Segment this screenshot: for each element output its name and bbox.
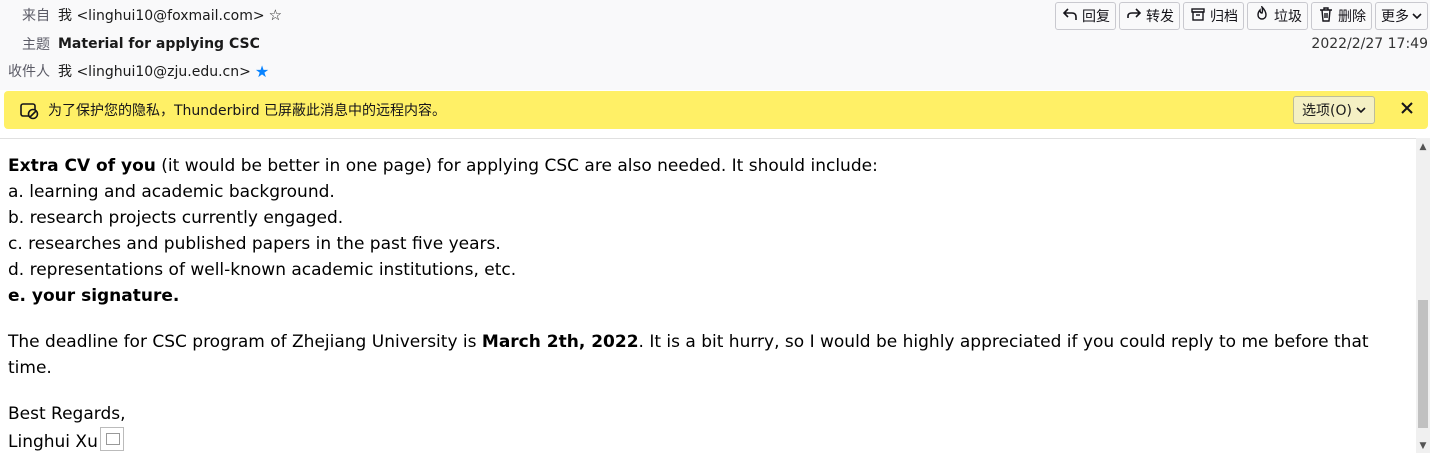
body-bold-signature: e. your signature.	[8, 286, 180, 306]
reply-button[interactable]: 回复	[1055, 2, 1116, 30]
junk-button[interactable]: 垃圾	[1247, 2, 1308, 30]
message-content: Extra CV of you (it would be better in o…	[8, 153, 1408, 453]
scroll-down-icon[interactable]: ▼	[1416, 441, 1430, 451]
list-item: c. researches and published papers in th…	[8, 234, 501, 254]
from-row: 来自 我 <linghui10@foxmail.com> ☆	[0, 4, 282, 26]
list-item: a. learning and academic background.	[8, 182, 335, 202]
more-button[interactable]: 更多	[1375, 2, 1428, 30]
message-body: Extra CV of you (it would be better in o…	[0, 138, 1416, 453]
message-toolbar: 回复 转发 归档 垃圾 删除 更多	[1055, 2, 1428, 30]
reply-icon	[1061, 6, 1079, 26]
archive-label: 归档	[1210, 9, 1238, 25]
from-label: 来自	[22, 8, 50, 24]
chevron-down-icon	[1356, 102, 1366, 118]
chevron-down-icon	[1412, 10, 1422, 23]
body-intro-rest: (it would be better in one page) for app…	[155, 156, 878, 176]
archive-icon	[1189, 6, 1207, 26]
trash-icon	[1317, 6, 1335, 26]
to-address[interactable]: 我 <linghui10@zju.edu.cn>	[58, 61, 251, 81]
vertical-scrollbar[interactable]: ▲ ▼	[1416, 138, 1430, 453]
forward-label: 转发	[1146, 9, 1174, 25]
list-item: b. research projects currently engaged.	[8, 208, 344, 228]
to-label: 收件人	[8, 64, 50, 80]
close-icon[interactable]	[1400, 99, 1414, 120]
deadline-date: March 2th, 2022	[481, 332, 639, 352]
forward-icon	[1125, 6, 1143, 26]
body-line-intro: Extra CV of you (it would be better in o…	[8, 153, 1408, 179]
delete-button[interactable]: 删除	[1311, 2, 1372, 30]
subject-row: 主题 Material for applying CSC	[0, 33, 260, 55]
body-bold-cv: Extra CV of you	[8, 156, 156, 176]
scroll-up-icon[interactable]: ▲	[1416, 142, 1430, 152]
message-date: 2022/2/27 17:49	[1311, 36, 1428, 52]
more-label: 更多	[1381, 9, 1409, 25]
broken-image-icon	[99, 427, 124, 451]
subject-value: Material for applying CSC	[58, 36, 260, 52]
to-row: 收件人 我 <linghui10@zju.edu.cn> ★	[0, 60, 269, 82]
body-regards: Best Regards,	[8, 404, 126, 424]
message-header: 来自 我 <linghui10@foxmail.com> ☆ 主题 Materi…	[0, 0, 1430, 90]
flame-icon	[1253, 4, 1271, 26]
privacy-icon	[18, 99, 40, 121]
from-address[interactable]: 我 <linghui10@foxmail.com>	[58, 5, 265, 25]
junk-label: 垃圾	[1274, 9, 1302, 25]
remote-content-notice: 为了保护您的隐私，Thunderbird 已屏蔽此消息中的远程内容。 选项(O)	[4, 91, 1428, 129]
notice-message: 为了保护您的隐私，Thunderbird 已屏蔽此消息中的远程内容。	[48, 103, 447, 119]
archive-button[interactable]: 归档	[1183, 2, 1244, 30]
list-item: d. representations of well-known academi…	[8, 260, 517, 280]
reply-label: 回复	[1082, 9, 1110, 25]
scrollbar-thumb[interactable]	[1418, 300, 1428, 428]
star-outline-icon[interactable]: ☆	[269, 6, 282, 24]
forward-button[interactable]: 转发	[1119, 2, 1180, 30]
body-signature-line: Linghui Xu	[8, 427, 1408, 453]
star-filled-icon[interactable]: ★	[255, 62, 269, 81]
options-button[interactable]: 选项(O)	[1293, 96, 1375, 124]
signature-name: Linghui Xu	[8, 432, 98, 452]
body-deadline: The deadline for CSC program of Zhejiang…	[8, 329, 1408, 381]
options-label: 选项(O)	[1302, 103, 1352, 119]
deadline-pre: The deadline for CSC program of Zhejiang…	[8, 332, 482, 352]
list-item: e. your signature.	[8, 283, 1408, 309]
subject-label: 主题	[22, 37, 50, 53]
delete-label: 删除	[1338, 9, 1366, 25]
